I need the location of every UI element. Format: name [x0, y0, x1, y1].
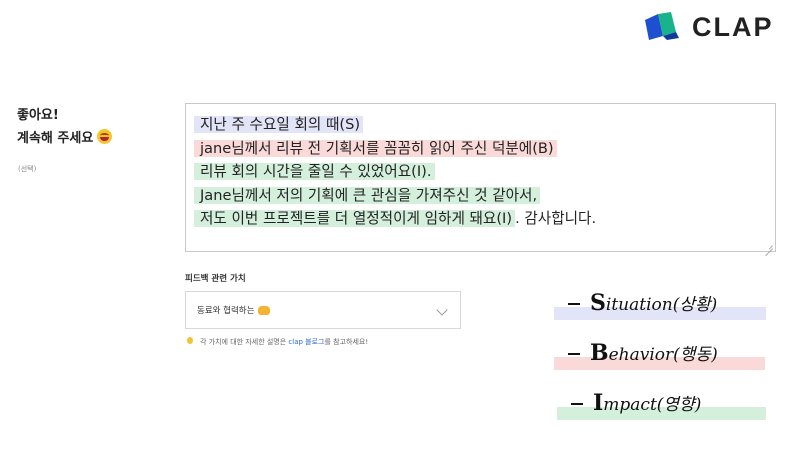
legend-behavior: Behavior(행동) — [554, 340, 765, 370]
feedback-textarea[interactable]: 지난 주 수요일 회의 때(S) jane님께서 리뷰 전 기획서를 꼼꼼히 읽… — [185, 103, 776, 252]
highlight-situation: 지난 주 수요일 회의 때(S) — [194, 116, 364, 133]
value-label: 피드백 관련 가치 — [185, 274, 246, 284]
handshake-icon — [258, 305, 271, 315]
legend-cap: S — [590, 290, 606, 316]
question-title: 좋아요! 계속해 주세요 — [17, 104, 113, 150]
highlight-impact: 저도 이번 프로젝트를 더 열정적이게 임하게 돼요(I) — [194, 210, 516, 227]
resize-handle[interactable] — [765, 241, 773, 249]
feedback-closing: . 감사합니다. — [515, 210, 597, 227]
legend-label: mpact(영향) — [603, 395, 702, 415]
legend-label: ehavior(행동) — [608, 345, 718, 365]
hint-text-suffix: 를 참고하세요! — [324, 338, 369, 346]
value-hint: 각 가치에 대한 자세한 설명은 clap 블로그를 참고하세요! — [187, 337, 368, 347]
highlight-impact: 리뷰 회의 시간을 줄일 수 있었어요(I). — [194, 163, 435, 180]
feedback-text: 지난 주 수요일 회의 때(S) jane님께서 리뷰 전 기획서를 꼼꼼히 읽… — [194, 113, 596, 231]
feedback-line-situation: 지난 주 수요일 회의 때(S) — [194, 113, 596, 137]
legend-situation: Situation(상황) — [554, 290, 766, 320]
feedback-line-behavior: jane님께서 리뷰 전 기획서를 꼼꼼히 읽어 주신 덕분에(B) — [194, 137, 596, 161]
feedback-line-impact-3: 저도 이번 프로젝트를 더 열정적이게 임하게 돼요(I). 감사합니다. — [194, 207, 596, 231]
optional-label: (선택) — [18, 165, 37, 173]
value-selected: 동료와 협력하는 — [197, 306, 255, 316]
chevron-down-icon[interactable] — [436, 304, 448, 316]
blog-link[interactable]: clap 블로그 — [288, 338, 324, 346]
legend-impact: Impact(영향) — [557, 390, 766, 420]
legend-label: ituation(상황) — [605, 295, 718, 315]
question-line-2: 계속해 주세요 — [17, 131, 94, 146]
legend-cap: B — [590, 340, 609, 366]
highlight-impact: Jane님께서 저의 기획에 큰 관심을 가져주신 것 같아서, — [194, 186, 541, 204]
brand-name: CLAP — [692, 12, 774, 42]
lightbulb-icon — [187, 337, 193, 344]
clap-logo: CLAP — [643, 12, 774, 42]
feedback-line-impact-1: 리뷰 회의 시간을 줄일 수 있었어요(I). — [194, 160, 596, 184]
question-line-1: 좋아요! — [17, 108, 59, 123]
legend-cap: I — [593, 390, 604, 416]
hint-text: 각 가치에 대한 자세한 설명은 — [200, 338, 289, 346]
value-dropdown[interactable]: 동료와 협력하는 — [185, 291, 461, 329]
highlight-behavior: jane님께서 리뷰 전 기획서를 꼼꼼히 읽어 주신 덕분에(B) — [194, 139, 557, 157]
clap-logo-icon — [645, 12, 679, 40]
feedback-line-impact-2: Jane님께서 저의 기획에 큰 관심을 가져주신 것 같아서, — [194, 184, 596, 208]
grinning-face-icon — [97, 129, 113, 144]
